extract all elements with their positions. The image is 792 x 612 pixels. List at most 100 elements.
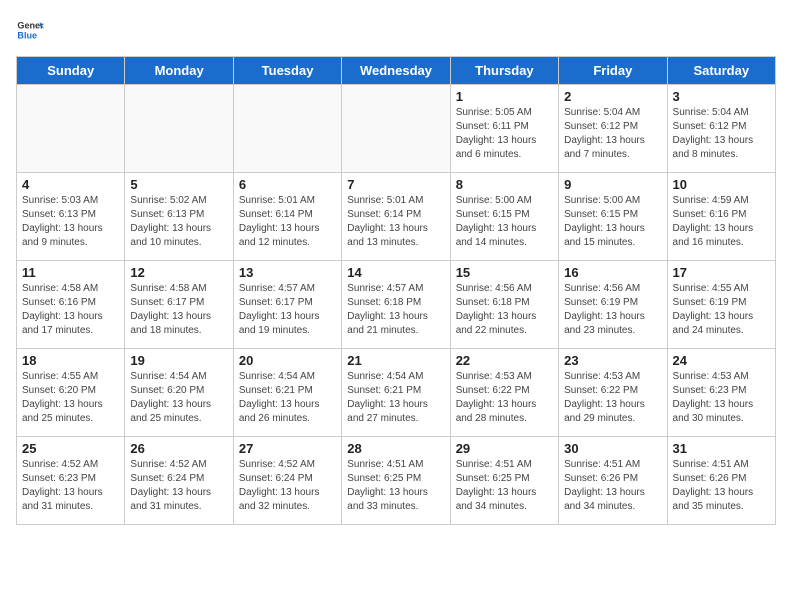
day-detail: Sunrise: 4:57 AMSunset: 6:17 PMDaylight:…: [239, 282, 336, 338]
calendar-cell: 25 Sunrise: 4:52 AMSunset: 6:23 PMDayligh…: [17, 437, 125, 525]
day-detail: Sunrise: 4:51 AMSunset: 6:25 PMDaylight:…: [347, 458, 444, 514]
calendar-cell: [125, 85, 233, 173]
day-detail: Sunrise: 5:04 AMSunset: 6:12 PMDaylight:…: [564, 106, 661, 162]
calendar-cell: 8Sunrise: 5:00 AMSunset: 6:15 PMDaylight…: [450, 173, 558, 261]
weekday-header-friday: Friday: [559, 57, 667, 85]
day-number: 11: [22, 265, 119, 280]
day-detail: Sunrise: 5:03 AMSunset: 6:13 PMDaylight:…: [22, 194, 119, 250]
day-number: 20: [239, 353, 336, 368]
svg-text:Blue: Blue: [17, 30, 37, 40]
calendar-cell: [233, 85, 341, 173]
day-number: 13: [239, 265, 336, 280]
calendar-cell: [342, 85, 450, 173]
day-detail: Sunrise: 4:51 AMSunset: 6:26 PMDaylight:…: [673, 458, 770, 514]
calendar-cell: 26Sunrise: 4:52 AMSunset: 6:24 PMDayligh…: [125, 437, 233, 525]
day-detail: Sunrise: 5:04 AMSunset: 6:12 PMDaylight:…: [673, 106, 770, 162]
calendar-cell: 12 Sunrise: 4:58 AMSunset: 6:17 PMDayligh…: [125, 261, 233, 349]
calendar-cell: 24Sunrise: 4:53 AMSunset: 6:23 PMDayligh…: [667, 349, 775, 437]
day-detail: Sunrise: 4:53 AMSunset: 6:22 PMDaylight:…: [456, 370, 553, 426]
day-detail: Sunrise: 4:55 AMSunset: 6:20 PMDaylight:…: [22, 370, 119, 426]
weekday-header-monday: Monday: [125, 57, 233, 85]
day-detail: Sunrise: 4:56 AMSunset: 6:18 PMDaylight:…: [456, 282, 553, 338]
day-detail: Sunrise: 4:54 AMSunset: 6:21 PMDaylight:…: [347, 370, 444, 426]
day-detail: Sunrise: 4:52 AMSunset: 6:24 PMDaylight:…: [239, 458, 336, 514]
day-number: 28: [347, 441, 444, 456]
calendar-cell: 17 Sunrise: 4:55 AMSunset: 6:19 PMDayligh…: [667, 261, 775, 349]
day-number: 30: [564, 441, 661, 456]
day-detail: Sunrise: 4:54 AMSunset: 6:20 PMDaylight:…: [130, 370, 227, 426]
day-number: 5: [130, 177, 227, 192]
calendar-cell: [17, 85, 125, 173]
calendar-cell: 21 Sunrise: 4:54 AMSunset: 6:21 PMDayligh…: [342, 349, 450, 437]
day-number: 17: [673, 265, 770, 280]
calendar-cell: 1 Sunrise: 5:05 AMSunset: 6:11 PMDaylight…: [450, 85, 558, 173]
weekday-header-saturday: Saturday: [667, 57, 775, 85]
day-number: 25: [22, 441, 119, 456]
calendar-week-1: 1 Sunrise: 5:05 AMSunset: 6:11 PMDaylight…: [17, 85, 776, 173]
calendar-cell: 20 Sunrise: 4:54 AMSunset: 6:21 PMDayligh…: [233, 349, 341, 437]
calendar-cell: 7Sunrise: 5:01 AMSunset: 6:14 PMDaylight…: [342, 173, 450, 261]
day-number: 18: [22, 353, 119, 368]
calendar-cell: 29 Sunrise: 4:51 AMSunset: 6:25 PMDayligh…: [450, 437, 558, 525]
day-detail: Sunrise: 5:05 AMSunset: 6:11 PMDaylight:…: [456, 106, 553, 162]
day-detail: Sunrise: 4:58 AMSunset: 6:17 PMDaylight:…: [130, 282, 227, 338]
calendar-cell: 23 Sunrise: 4:53 AMSunset: 6:22 PMDayligh…: [559, 349, 667, 437]
day-detail: Sunrise: 4:55 AMSunset: 6:19 PMDaylight:…: [673, 282, 770, 338]
day-number: 10: [673, 177, 770, 192]
calendar-cell: 11 Sunrise: 4:58 AMSunset: 6:16 PMDayligh…: [17, 261, 125, 349]
weekday-header-wednesday: Wednesday: [342, 57, 450, 85]
day-detail: Sunrise: 4:53 AMSunset: 6:23 PMDaylight:…: [673, 370, 770, 426]
day-detail: Sunrise: 4:52 AMSunset: 6:23 PMDaylight:…: [22, 458, 119, 514]
day-number: 29: [456, 441, 553, 456]
calendar-week-3: 11 Sunrise: 4:58 AMSunset: 6:16 PMDayligh…: [17, 261, 776, 349]
day-number: 6: [239, 177, 336, 192]
calendar-cell: 14 Sunrise: 4:57 AMSunset: 6:18 PMDayligh…: [342, 261, 450, 349]
day-detail: Sunrise: 4:54 AMSunset: 6:21 PMDaylight:…: [239, 370, 336, 426]
calendar-cell: 2 Sunrise: 5:04 AMSunset: 6:12 PMDaylight…: [559, 85, 667, 173]
day-number: 12: [130, 265, 227, 280]
day-number: 14: [347, 265, 444, 280]
day-number: 7: [347, 177, 444, 192]
calendar-week-4: 18 Sunrise: 4:55 AMSunset: 6:20 PMDayligh…: [17, 349, 776, 437]
day-number: 1: [456, 89, 553, 104]
day-number: 23: [564, 353, 661, 368]
weekday-header-tuesday: Tuesday: [233, 57, 341, 85]
day-detail: Sunrise: 5:01 AMSunset: 6:14 PMDaylight:…: [239, 194, 336, 250]
calendar-cell: 22Sunrise: 4:53 AMSunset: 6:22 PMDayligh…: [450, 349, 558, 437]
weekday-header-sunday: Sunday: [17, 57, 125, 85]
day-number: 19: [130, 353, 227, 368]
calendar-cell: 31 Sunrise: 4:51 AMSunset: 6:26 PMDayligh…: [667, 437, 775, 525]
day-number: 9: [564, 177, 661, 192]
calendar-cell: 16 Sunrise: 4:56 AMSunset: 6:19 PMDayligh…: [559, 261, 667, 349]
logo: General Blue: [16, 16, 44, 44]
day-detail: Sunrise: 4:56 AMSunset: 6:19 PMDaylight:…: [564, 282, 661, 338]
day-number: 21: [347, 353, 444, 368]
calendar-cell: 19 Sunrise: 4:54 AMSunset: 6:20 PMDayligh…: [125, 349, 233, 437]
day-number: 16: [564, 265, 661, 280]
day-number: 27: [239, 441, 336, 456]
calendar-table: SundayMondayTuesdayWednesdayThursdayFrid…: [16, 56, 776, 525]
day-detail: Sunrise: 4:52 AMSunset: 6:24 PMDaylight:…: [130, 458, 227, 514]
calendar-cell: 18 Sunrise: 4:55 AMSunset: 6:20 PMDayligh…: [17, 349, 125, 437]
calendar-cell: 6 Sunrise: 5:01 AMSunset: 6:14 PMDaylight…: [233, 173, 341, 261]
day-detail: Sunrise: 4:51 AMSunset: 6:25 PMDaylight:…: [456, 458, 553, 514]
day-detail: Sunrise: 4:58 AMSunset: 6:16 PMDaylight:…: [22, 282, 119, 338]
day-number: 3: [673, 89, 770, 104]
calendar-week-2: 4 Sunrise: 5:03 AMSunset: 6:13 PMDaylight…: [17, 173, 776, 261]
calendar-cell: 13 Sunrise: 4:57 AMSunset: 6:17 PMDayligh…: [233, 261, 341, 349]
weekday-header-thursday: Thursday: [450, 57, 558, 85]
header: General Blue: [16, 16, 776, 44]
calendar-cell: 15 Sunrise: 4:56 AMSunset: 6:18 PMDayligh…: [450, 261, 558, 349]
calendar-cell: 4 Sunrise: 5:03 AMSunset: 6:13 PMDaylight…: [17, 173, 125, 261]
calendar-cell: 27 Sunrise: 4:52 AMSunset: 6:24 PMDayligh…: [233, 437, 341, 525]
day-number: 2: [564, 89, 661, 104]
day-number: 4: [22, 177, 119, 192]
day-detail: Sunrise: 4:57 AMSunset: 6:18 PMDaylight:…: [347, 282, 444, 338]
day-number: 31: [673, 441, 770, 456]
day-detail: Sunrise: 4:59 AMSunset: 6:16 PMDaylight:…: [673, 194, 770, 250]
calendar-cell: 30Sunrise: 4:51 AMSunset: 6:26 PMDayligh…: [559, 437, 667, 525]
logo-icon: General Blue: [16, 16, 44, 44]
day-number: 15: [456, 265, 553, 280]
day-detail: Sunrise: 4:53 AMSunset: 6:22 PMDaylight:…: [564, 370, 661, 426]
day-detail: Sunrise: 5:00 AMSunset: 6:15 PMDaylight:…: [456, 194, 553, 250]
